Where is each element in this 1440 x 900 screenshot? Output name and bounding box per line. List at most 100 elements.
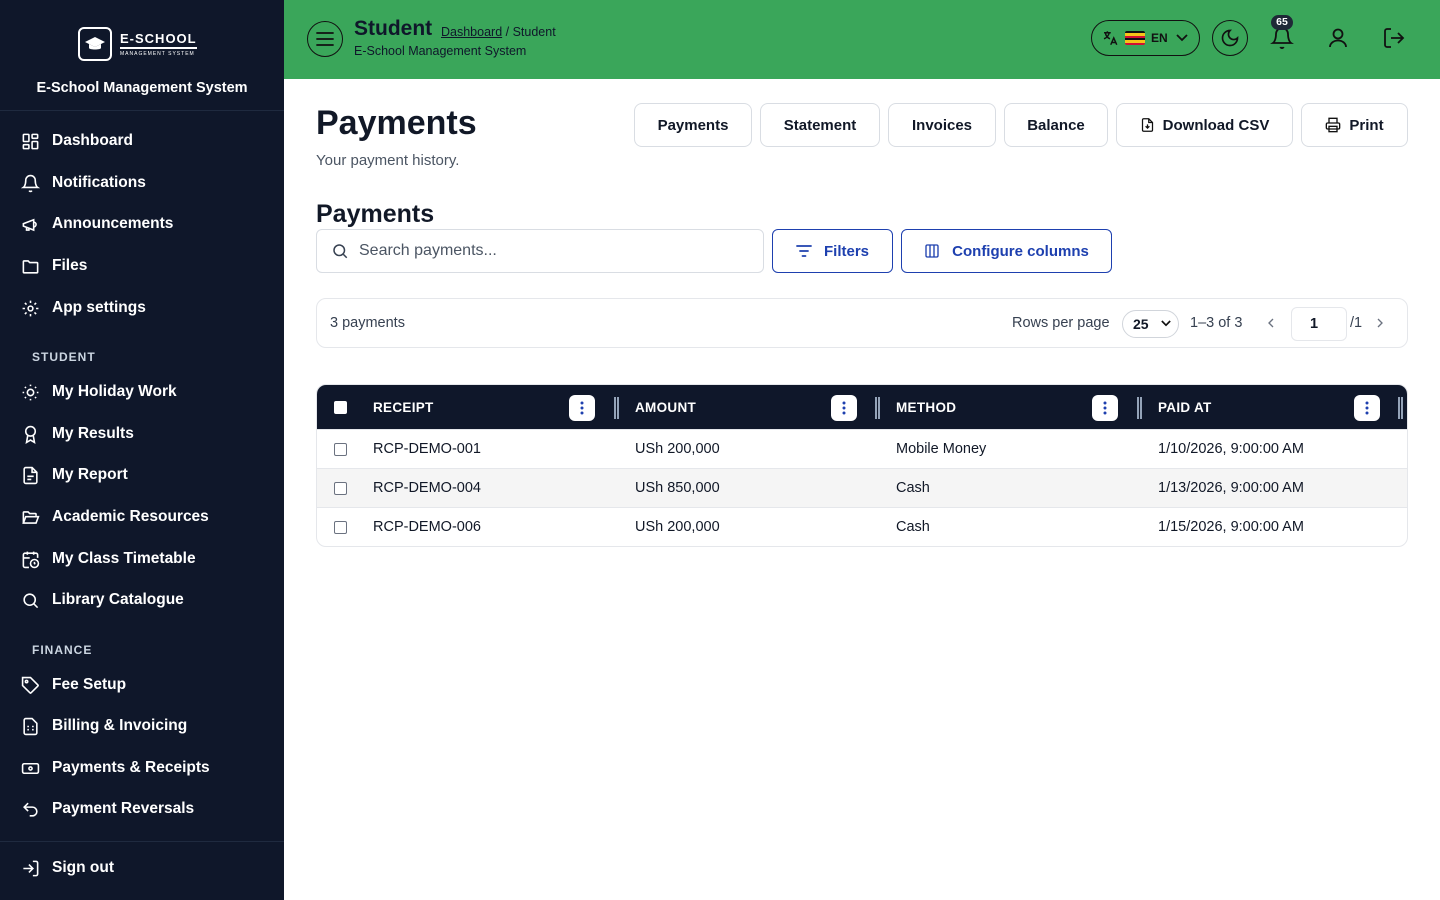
page-title: Payments	[316, 104, 477, 142]
paid-at-cell: 1/13/2026, 9:00:00 AM	[1158, 480, 1304, 496]
page-range: 1–3 of 3	[1190, 315, 1243, 331]
sidebar-item-payments-receipts[interactable]: Payments & Receipts	[20, 753, 270, 783]
moon-icon	[1220, 28, 1240, 48]
statement-button[interactable]: Statement	[760, 103, 880, 147]
sidebar-item-label: My Results	[52, 425, 134, 442]
column-menu-button[interactable]	[831, 395, 857, 421]
column-resize-handle[interactable]	[875, 397, 880, 419]
column-menu-button[interactable]	[1092, 395, 1118, 421]
profile-button[interactable]	[1320, 20, 1356, 56]
select-all-checkbox[interactable]	[334, 401, 347, 414]
sidebar-item-library-catalogue[interactable]: Library Catalogue	[20, 585, 270, 615]
sidebar-item-label: Notifications	[52, 174, 146, 191]
amount-cell: USh 850,000	[635, 480, 720, 496]
configure-columns-button[interactable]: Configure columns	[901, 229, 1112, 273]
search-icon	[20, 590, 40, 610]
language-selector[interactable]: EN	[1091, 20, 1200, 56]
column-resize-handle[interactable]	[614, 397, 619, 419]
theme-toggle-button[interactable]	[1212, 20, 1248, 56]
sign-out-button[interactable]: Sign out	[20, 853, 270, 883]
undo-icon	[20, 799, 40, 819]
amount-cell: USh 200,000	[635, 519, 720, 535]
statement-button-label: Statement	[783, 116, 857, 134]
row-checkbox[interactable]	[334, 482, 347, 495]
column-resize-handle[interactable]	[1137, 397, 1142, 419]
column-header-amount[interactable]: AMOUNT	[635, 400, 696, 415]
sidebar-item-label: Payments & Receipts	[52, 759, 210, 776]
logout-button[interactable]	[1376, 20, 1412, 56]
sidebar-item-dashboard[interactable]: Dashboard	[20, 126, 270, 156]
award-icon	[20, 424, 40, 444]
hamburger-icon	[316, 32, 334, 46]
sidebar-item-billing-invoicing[interactable]: Billing & Invoicing	[20, 711, 270, 741]
next-page-button[interactable]	[1372, 315, 1388, 331]
graduation-cap-icon	[78, 27, 112, 61]
translate-icon	[1101, 29, 1119, 47]
column-header-method[interactable]: METHOD	[896, 400, 956, 415]
menu-toggle-button[interactable]	[307, 21, 343, 57]
column-menu-button[interactable]	[569, 395, 595, 421]
breadcrumb: Dashboard / Student	[441, 25, 556, 39]
sidebar-section-finance: FINANCE	[32, 643, 93, 657]
receipt-cell: RCP-DEMO-004	[373, 480, 481, 496]
configure-columns-label: Configure columns	[952, 242, 1089, 260]
sidebar-item-my-report[interactable]: My Report	[20, 460, 270, 490]
chevron-left-icon	[1268, 318, 1274, 328]
column-header-receipt[interactable]: RECEIPT	[373, 400, 434, 415]
page-number-input[interactable]: 1	[1291, 307, 1347, 341]
breadcrumb-dashboard-link[interactable]: Dashboard	[441, 25, 502, 39]
notification-count-badge: 65	[1271, 15, 1293, 30]
column-header-paid-at[interactable]: PAID AT	[1158, 400, 1212, 415]
row-checkbox[interactable]	[334, 521, 347, 534]
logout-icon	[1382, 26, 1406, 50]
row-checkbox[interactable]	[334, 443, 347, 456]
sign-out-label: Sign out	[52, 859, 114, 876]
amount-cell: USh 200,000	[635, 441, 720, 457]
chevron-down-icon	[1176, 34, 1188, 42]
sidebar-item-files[interactable]: Files	[20, 251, 270, 281]
dashboard-icon	[20, 131, 40, 151]
download-csv-button[interactable]: Download CSV	[1116, 103, 1293, 147]
invoices-button[interactable]: Invoices	[888, 103, 996, 147]
print-button[interactable]: Print	[1301, 103, 1408, 147]
user-icon	[1326, 26, 1350, 50]
method-cell: Cash	[896, 519, 930, 535]
payments-button[interactable]: Payments	[634, 103, 752, 147]
sidebar-item-payment-reversals[interactable]: Payment Reversals	[20, 794, 270, 824]
logo-subtext: MANAGEMENT SYSTEM	[120, 51, 195, 57]
more-vertical-icon	[842, 401, 846, 415]
column-menu-button[interactable]	[1354, 395, 1380, 421]
method-cell: Mobile Money	[896, 441, 987, 457]
sidebar-item-label: My Class Timetable	[52, 550, 196, 567]
sidebar-item-fee-setup[interactable]: Fee Setup	[20, 670, 270, 700]
balance-button-label: Balance	[1027, 116, 1085, 134]
top-bar-subtitle: E-School Management System	[354, 44, 527, 58]
sidebar-item-label: Announcements	[52, 215, 174, 232]
sidebar-item-notifications[interactable]: Notifications	[20, 168, 270, 198]
sidebar-item-app-settings[interactable]: App settings	[20, 293, 270, 323]
top-bar-title: Student	[354, 17, 433, 40]
sidebar-item-academic-resources[interactable]: Academic Resources	[20, 502, 270, 532]
total-pages: /1	[1350, 315, 1363, 331]
filters-button[interactable]: Filters	[772, 229, 893, 273]
folder-icon	[20, 256, 40, 276]
printer-icon	[1325, 117, 1349, 133]
calendar-clock-icon	[20, 549, 40, 569]
sidebar-item-my-class-timetable[interactable]: My Class Timetable	[20, 544, 270, 574]
more-vertical-icon	[1103, 401, 1107, 415]
table-row[interactable]: RCP-DEMO-006 USh 200,000 Cash 1/15/2026,…	[317, 507, 1407, 546]
sidebar-item-my-results[interactable]: My Results	[20, 419, 270, 449]
rows-per-page-select[interactable]: 25	[1122, 310, 1179, 338]
balance-button[interactable]: Balance	[1004, 103, 1108, 147]
table-row[interactable]: RCP-DEMO-001 USh 200,000 Mobile Money 1/…	[317, 429, 1407, 468]
column-resize-handle[interactable]	[1398, 397, 1403, 419]
sidebar-item-my-holiday-work[interactable]: My Holiday Work	[20, 377, 270, 407]
sidebar-item-announcements[interactable]: Announcements	[20, 209, 270, 239]
sidebar: E-SCHOOL MANAGEMENT SYSTEM E-School Mana…	[0, 0, 284, 900]
search-input[interactable]	[359, 242, 739, 260]
uganda-flag-icon	[1125, 31, 1145, 45]
table-row[interactable]: RCP-DEMO-004 USh 850,000 Cash 1/13/2026,…	[317, 468, 1407, 507]
previous-page-button[interactable]	[1263, 315, 1279, 331]
search-icon	[331, 242, 349, 260]
payments-table: RECEIPT AMOUNT METHOD PAID AT RCP-DEMO-0…	[316, 384, 1408, 547]
